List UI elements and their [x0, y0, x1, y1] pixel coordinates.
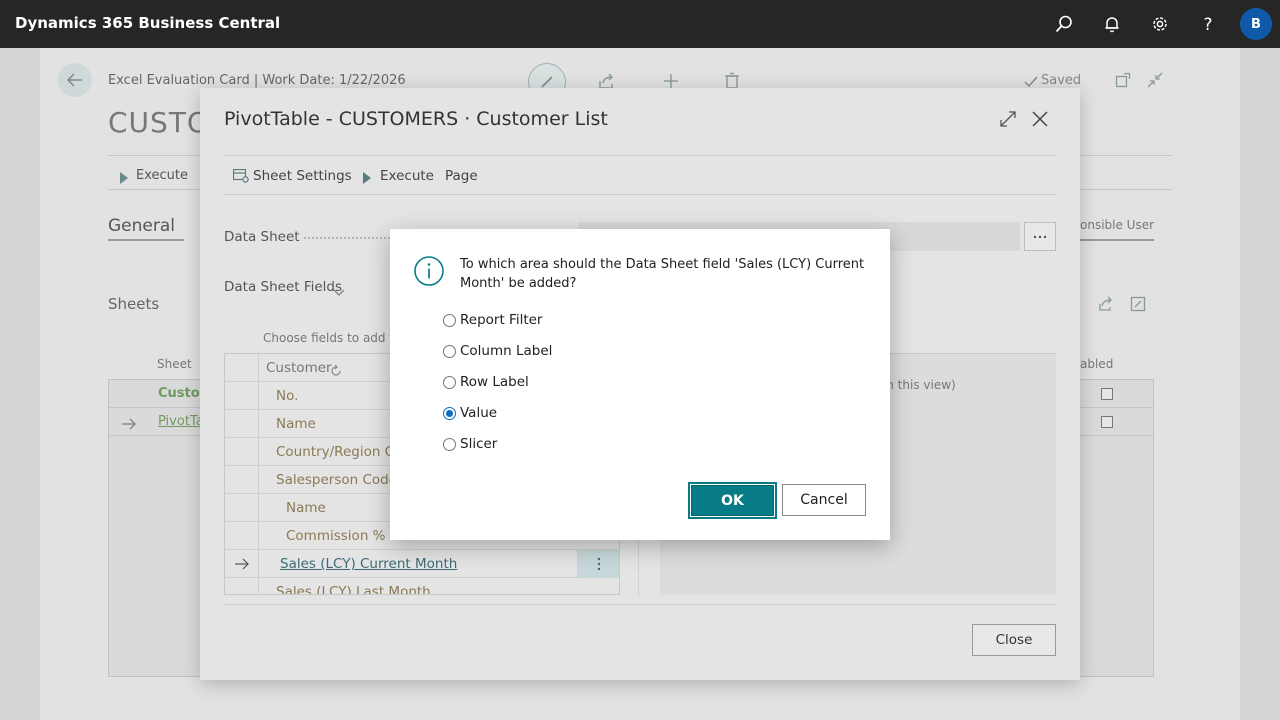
more-icon[interactable]: [1024, 222, 1056, 251]
grid-header-customer: Customer: [266, 360, 332, 376]
column-enabled: abled: [1080, 357, 1114, 371]
search-icon[interactable]: [1052, 12, 1076, 36]
app-title[interactable]: Dynamics 365 Business Central: [15, 14, 280, 32]
close-button[interactable]: Close: [972, 624, 1056, 656]
avatar[interactable]: B: [1240, 8, 1272, 40]
breadcrumb: Excel Evaluation Card | Work Date: 1/22/…: [108, 73, 406, 88]
gear-icon[interactable]: [1148, 12, 1172, 36]
radio-value[interactable]: [443, 406, 456, 420]
section-sheets[interactable]: Sheets: [108, 295, 159, 313]
option-report-filter[interactable]: Report Filter: [443, 310, 542, 330]
option-slicer[interactable]: Slicer: [443, 434, 497, 454]
dialog-message: To which area should the Data Sheet fiel…: [460, 257, 865, 291]
expand-icon[interactable]: [999, 110, 1017, 132]
refresh-icon[interactable]: [330, 362, 342, 381]
execute-action[interactable]: Execute: [380, 168, 434, 184]
data-sheet-fields-label[interactable]: Data Sheet Fields: [224, 279, 342, 295]
sheet-settings-action[interactable]: Sheet Settings: [253, 168, 352, 184]
expand-icon[interactable]: [1130, 296, 1146, 316]
page-title: CUSTO: [108, 106, 210, 139]
data-sheet-label: Data Sheet: [224, 229, 300, 245]
area-selection-dialog: To which area should the Data Sheet fiel…: [390, 229, 890, 540]
play-icon: [363, 169, 371, 188]
table-row[interactable]: Sales (LCY) Last Month: [225, 578, 619, 594]
execute-action[interactable]: Execute: [136, 168, 188, 183]
radio-column-label[interactable]: [443, 344, 456, 358]
column-sheet: Sheet: [157, 357, 192, 371]
cancel-button[interactable]: Cancel: [782, 484, 866, 516]
collapse-icon[interactable]: [1147, 72, 1163, 92]
pivot-dialog-title: PivotTable - CUSTOMERS · Customer List: [224, 108, 608, 130]
sheet-row-2[interactable]: PivotTa: [158, 414, 204, 429]
chevron-down-icon[interactable]: [333, 282, 345, 301]
radio-slicer[interactable]: [443, 437, 456, 451]
bell-icon[interactable]: [1100, 12, 1124, 36]
option-row-label[interactable]: Row Label: [443, 372, 529, 392]
enabled-checkbox-2[interactable]: [1101, 416, 1113, 428]
table-row-selected[interactable]: Sales (LCY) Current Month: [225, 550, 619, 578]
option-column-label[interactable]: Column Label: [443, 341, 552, 361]
share-icon[interactable]: [1098, 296, 1114, 316]
section-general[interactable]: General: [108, 216, 175, 236]
play-icon: [120, 169, 128, 184]
page-action[interactable]: Page: [445, 168, 478, 184]
radio-row-label[interactable]: [443, 375, 456, 389]
option-value[interactable]: Value: [443, 403, 497, 423]
ok-button[interactable]: OK: [688, 482, 777, 519]
column-responsible-user: onsible User: [1080, 218, 1155, 232]
choose-fields-hint: Choose fields to add to: [263, 331, 402, 345]
back-arrow-icon[interactable]: [58, 63, 92, 97]
saved-status: Saved: [1041, 73, 1082, 88]
close-icon[interactable]: [1031, 110, 1049, 132]
open-new-icon[interactable]: [1115, 72, 1131, 92]
arrow-right-icon: [122, 415, 136, 434]
enabled-checkbox-1[interactable]: [1101, 388, 1113, 400]
sheet-settings-icon: [232, 168, 249, 187]
app-bar: Dynamics 365 Business Central ? B: [0, 0, 1280, 48]
help-icon[interactable]: ?: [1196, 12, 1220, 36]
info-icon: [413, 255, 445, 287]
radio-report-filter[interactable]: [443, 313, 456, 327]
more-icon[interactable]: [577, 550, 619, 578]
arrow-right-icon: [235, 558, 249, 570]
svg-text:?: ?: [1203, 15, 1212, 34]
